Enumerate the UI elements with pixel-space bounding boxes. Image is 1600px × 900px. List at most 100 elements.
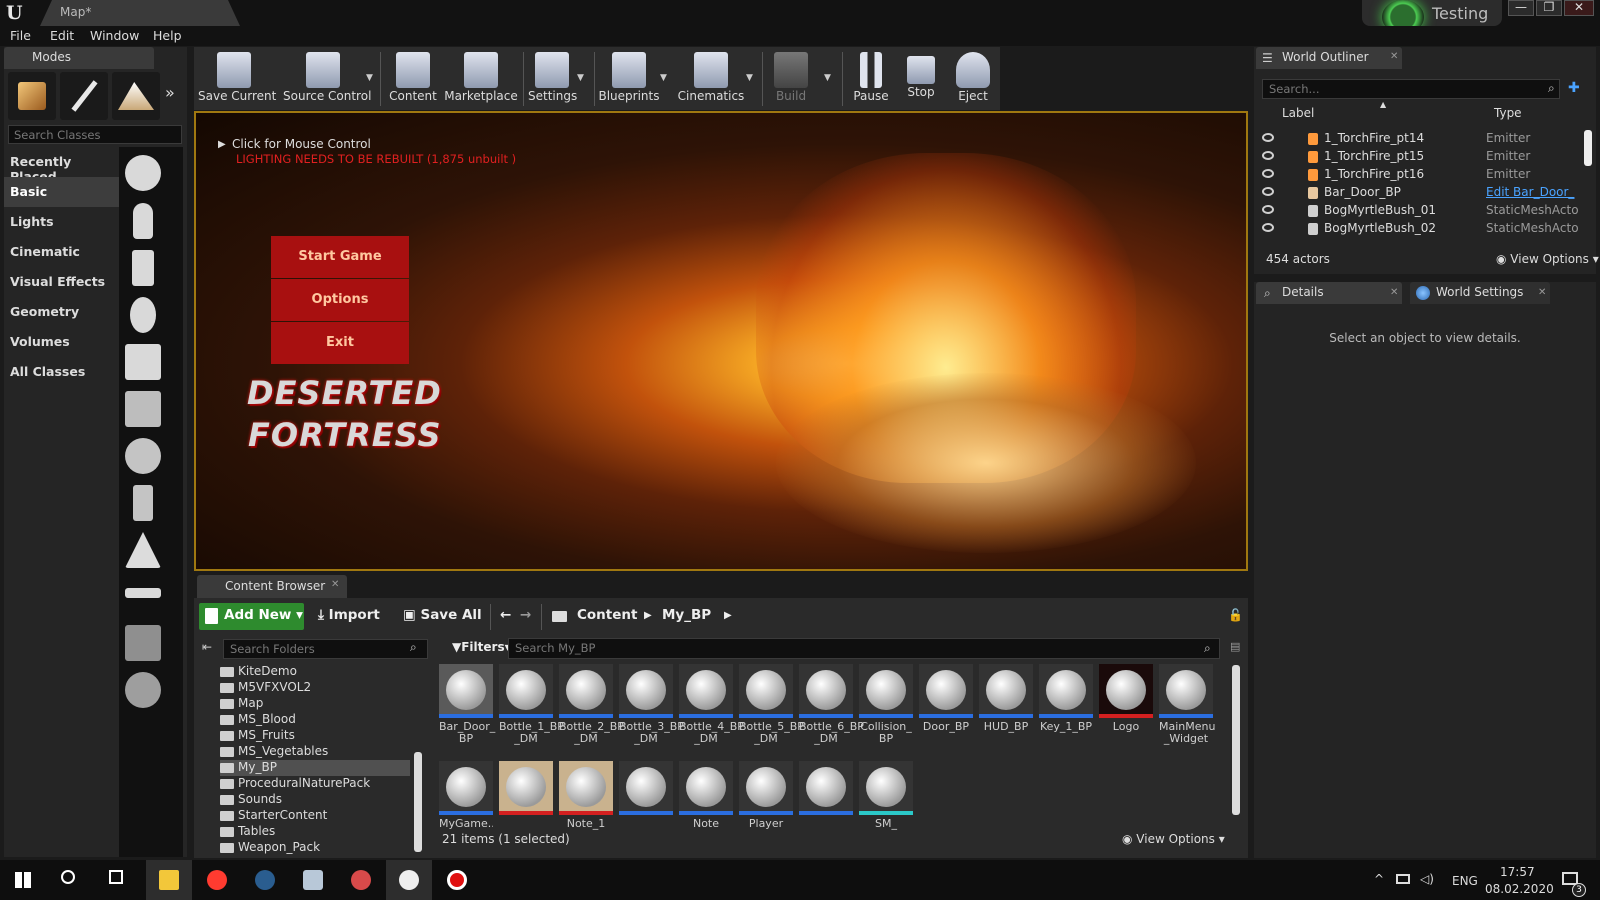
recorder-button[interactable]	[434, 860, 480, 900]
exit-button[interactable]: Exit	[271, 322, 409, 364]
cube-icon[interactable]	[125, 391, 161, 427]
asset-tile[interactable]: Bottle_3_BP _DM	[619, 664, 684, 752]
tab-modes[interactable]: Modes	[4, 47, 154, 69]
folder-item[interactable]: ProceduralNaturePack	[220, 776, 370, 792]
point-light-icon[interactable]	[130, 297, 156, 333]
menu-edit[interactable]: Edit	[50, 28, 74, 43]
marketplace-button[interactable]: Marketplace	[441, 49, 521, 107]
task-view-button[interactable]	[96, 860, 142, 900]
tray-chevron-icon[interactable]: ^	[1374, 872, 1384, 886]
player-start-icon[interactable]	[125, 344, 161, 380]
asset-tile[interactable]: Logo	[1099, 664, 1153, 752]
paint-button[interactable]	[338, 860, 384, 900]
outliner-row[interactable]: 1_TorchFire_pt16 Emitter	[1258, 166, 1578, 184]
minimize-button[interactable]: —	[1508, 0, 1534, 16]
folder-scrollbar[interactable]	[414, 752, 422, 852]
save-all-button[interactable]: ▣ Save All	[403, 607, 482, 623]
tab-map[interactable]: Map*	[40, 0, 240, 26]
outliner-row[interactable]: BogMyrtleBush_01 StaticMeshActo	[1258, 202, 1579, 220]
asset-tile[interactable]: Bottle_6_BP _DM	[799, 664, 864, 752]
folder-item[interactable]: Weapon_Pack	[220, 840, 320, 856]
category-all-classes[interactable]: All Classes	[4, 357, 119, 387]
visibility-eye-icon[interactable]	[1262, 133, 1274, 142]
outliner-row[interactable]: BogMyrtleBush_02 StaticMeshActo	[1258, 220, 1579, 238]
folder-item[interactable]: MS_Vegetables	[220, 744, 328, 760]
character-icon[interactable]	[133, 203, 153, 239]
category-cinematic[interactable]: Cinematic	[4, 237, 119, 267]
column-type[interactable]: Type	[1494, 106, 1522, 120]
tab-world-outliner[interactable]: World Outliner	[1256, 47, 1402, 69]
close-tab-icon[interactable]: ✕	[1390, 51, 1398, 62]
asset-tile[interactable]: Collision_ BP	[859, 664, 913, 752]
pawn-icon[interactable]	[132, 250, 154, 286]
pause-button[interactable]: Pause	[846, 49, 896, 107]
sources-panel-toggle-icon[interactable]: ⇤	[202, 640, 212, 654]
language-indicator[interactable]: ENG	[1452, 874, 1478, 888]
search-folders-input[interactable]: Search Folders	[223, 639, 428, 659]
asset-tile[interactable]	[799, 761, 853, 831]
back-arrow-icon[interactable]: ←	[500, 607, 511, 623]
folder-item[interactable]: M5VFXVOL2	[220, 680, 311, 696]
visibility-eye-icon[interactable]	[1262, 151, 1274, 160]
blueprints-button[interactable]: Blueprints	[598, 49, 660, 107]
edit-blueprint-link[interactable]: Edit Bar_Door_	[1486, 185, 1574, 199]
more-modes-icon[interactable]: »	[165, 83, 175, 102]
category-lights[interactable]: Lights	[4, 207, 119, 237]
search-button[interactable]	[48, 860, 94, 900]
outliner-row[interactable]: 1_TorchFire_pt15 Emitter	[1258, 148, 1578, 166]
folder-item-selected[interactable]: My_BP	[220, 760, 410, 776]
asset-tile[interactable]: MyGame...	[439, 761, 493, 831]
cinematics-dropdown-icon[interactable]: ▼	[746, 73, 753, 83]
asset-tile[interactable]: Key_1_BP	[1039, 664, 1093, 752]
folder-item[interactable]: Sounds	[220, 792, 282, 808]
asset-tile[interactable]: Bottle_2_BP _DM	[559, 664, 624, 752]
yandex-browser-button[interactable]	[194, 860, 240, 900]
category-visual-effects[interactable]: Visual Effects	[4, 267, 119, 297]
mouse-control-hint[interactable]: Click for Mouse Control	[232, 137, 371, 151]
category-recently-placed[interactable]: Recently Placed	[4, 147, 119, 184]
outliner-row[interactable]: Bar_Door_BP Edit Bar_Door_	[1258, 184, 1578, 202]
tab-content-browser[interactable]: Content Browser	[197, 575, 347, 599]
asset-tile[interactable]: Note	[679, 761, 733, 831]
import-button[interactable]: ⤓ Import	[318, 607, 380, 623]
folder-item[interactable]: MS_Fruits	[220, 728, 295, 744]
filters-button[interactable]: ▼Filters▾	[442, 637, 511, 659]
box-trigger-icon[interactable]	[125, 625, 161, 661]
network-icon[interactable]	[1396, 874, 1410, 884]
add-icon[interactable]: ✚	[1568, 80, 1580, 96]
folder-item[interactable]: StarterContent	[220, 808, 327, 824]
menu-help[interactable]: Help	[153, 28, 182, 43]
close-tab-icon[interactable]: ✕	[1390, 287, 1398, 298]
asset-tile[interactable]: Player	[739, 761, 793, 831]
search-assets-input[interactable]: Search My_BP	[508, 638, 1220, 659]
source-control-dropdown-icon[interactable]: ▼	[366, 73, 373, 83]
build-button[interactable]: Build	[766, 49, 816, 107]
close-tab-icon[interactable]: ✕	[1538, 287, 1546, 298]
menu-file[interactable]: File	[10, 28, 31, 43]
asset-tile[interactable]: Bottle_1_BP _DM	[499, 664, 564, 752]
eject-button[interactable]: Eject	[948, 49, 998, 107]
asset-tile[interactable]: Door_BP	[919, 664, 973, 752]
sphere-trigger-icon[interactable]	[125, 672, 161, 708]
forward-arrow-icon[interactable]: →	[520, 607, 531, 623]
clock-date[interactable]: 08.02.2020	[1485, 882, 1554, 896]
settings-dropdown-icon[interactable]: ▼	[577, 73, 584, 83]
category-volumes[interactable]: Volumes	[4, 327, 119, 357]
steam-button[interactable]	[242, 860, 288, 900]
cinematics-button[interactable]: Cinematics	[676, 49, 746, 107]
visibility-eye-icon[interactable]	[1262, 169, 1274, 178]
close-button[interactable]: ✕	[1564, 0, 1594, 16]
settings-button[interactable]: Settings	[528, 49, 577, 107]
asset-tile[interactable]: Note_1	[559, 761, 613, 831]
outliner-scrollbar[interactable]	[1584, 130, 1592, 166]
column-label[interactable]: Label	[1282, 106, 1314, 120]
outliner-row[interactable]: 1_TorchFire_pt14 Emitter	[1258, 130, 1578, 148]
category-basic[interactable]: Basic	[4, 177, 119, 207]
source-control-button[interactable]: Source Control	[283, 49, 371, 107]
folder-item[interactable]: Map	[220, 696, 263, 712]
asset-tile[interactable]: Bottle_5_BP _DM	[739, 664, 804, 752]
asset-tile[interactable]: HUD_BP	[979, 664, 1033, 752]
outliner-view-options-button[interactable]: ◉ View Options ▾	[1496, 252, 1599, 266]
app-button[interactable]	[290, 860, 336, 900]
unreal-editor-button[interactable]	[386, 860, 432, 900]
